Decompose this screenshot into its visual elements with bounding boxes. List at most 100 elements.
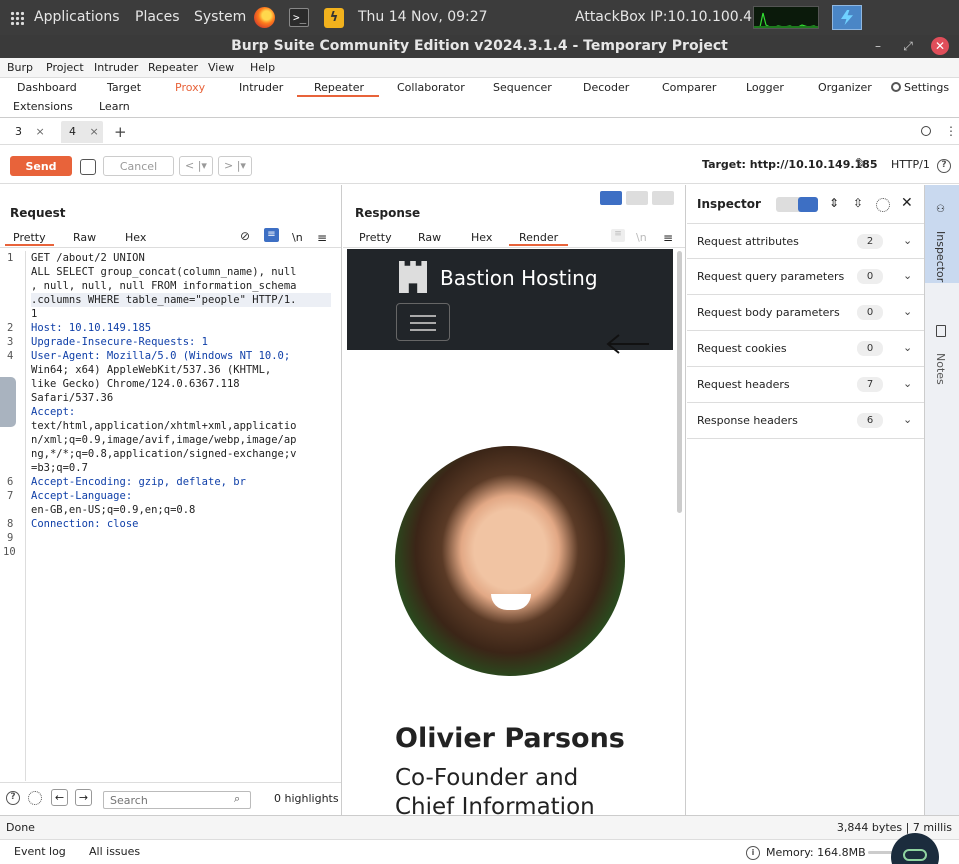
back-button[interactable]: < |▾	[179, 156, 213, 176]
response-scrollbar[interactable]	[677, 251, 682, 513]
tab-decoder[interactable]: Decoder	[583, 81, 629, 94]
help-icon[interactable]: ?	[6, 791, 20, 805]
notes-icon[interactable]	[936, 325, 946, 337]
menu-intruder[interactable]: Intruder	[94, 61, 138, 74]
menu-icon[interactable]: ≡	[663, 231, 673, 245]
layout-stacked-icon[interactable]	[626, 191, 648, 205]
tray-app-icon[interactable]	[832, 5, 862, 30]
tab-target[interactable]: Target	[107, 81, 141, 94]
code-line: Win64; x64) AppleWebKit/537.36 (KHTML,	[31, 364, 272, 376]
layout-side-by-side-icon[interactable]	[600, 191, 622, 205]
tab-dashboard[interactable]: Dashboard	[17, 81, 77, 94]
request-panel: Request Pretty Raw Hex ⊘ ≡ \n ≡ 1 2 3 4 …	[0, 185, 342, 815]
menu-help[interactable]: Help	[250, 61, 275, 74]
minimize-icon[interactable]: –	[869, 37, 887, 55]
word-wrap-icon[interactable]: ≡	[264, 228, 279, 242]
tab-collaborator[interactable]: Collaborator	[397, 81, 465, 94]
forward-button[interactable]: > |▾	[218, 156, 252, 176]
apps-grid-icon[interactable]	[10, 11, 24, 25]
inspector-dock-icon[interactable]: ⚇	[936, 204, 945, 215]
inspector-row[interactable]: Request query parameters 0 ⌄	[687, 259, 924, 295]
response-tab-hex[interactable]: Hex	[471, 231, 492, 244]
help-icon[interactable]: ?	[937, 159, 951, 173]
settings-button[interactable]: Settings	[891, 81, 949, 94]
inspector-row[interactable]: Response headers 6 ⌄	[687, 403, 924, 439]
terminal-icon[interactable]: >_	[289, 8, 309, 27]
event-log-button[interactable]: Event log	[14, 845, 66, 858]
tab-sequencer[interactable]: Sequencer	[493, 81, 552, 94]
restore-icon[interactable]: ⤢	[899, 37, 917, 55]
tab-extensions[interactable]: Extensions	[13, 100, 73, 113]
system-menu[interactable]: System	[194, 9, 246, 25]
cancel-button[interactable]: Cancel	[103, 156, 174, 176]
request-tab-pretty[interactable]: Pretty	[5, 231, 54, 246]
menu-project[interactable]: Project	[46, 61, 84, 74]
tab-intruder[interactable]: Intruder	[239, 81, 283, 94]
response-tab-raw[interactable]: Raw	[418, 231, 441, 244]
applications-menu[interactable]: Applications	[34, 9, 120, 25]
close-icon[interactable]: ✕	[901, 195, 913, 211]
inspector-row[interactable]: Request cookies 0 ⌄	[687, 331, 924, 367]
inspector-title: Inspector	[697, 197, 761, 211]
response-stats: 3,844 bytes | 7 millis	[836, 821, 952, 834]
code-line: Safari/537.36	[31, 392, 114, 404]
inspector-layout-toggle[interactable]	[776, 197, 818, 212]
gear-icon[interactable]	[28, 791, 42, 805]
tab-repeater[interactable]: Repeater	[314, 81, 364, 94]
close-tab-icon[interactable]: ×	[90, 125, 99, 138]
menu-repeater[interactable]: Repeater	[148, 61, 198, 74]
inspector-row[interactable]: Request headers 7 ⌄	[687, 367, 924, 403]
tab-logger[interactable]: Logger	[746, 81, 784, 94]
gear-icon[interactable]	[876, 198, 890, 212]
inspector-row-count: 2	[857, 234, 883, 249]
send-button[interactable]: Send	[10, 156, 72, 176]
menu-icon[interactable]: ≡	[317, 231, 327, 245]
tab-proxy[interactable]: Proxy	[175, 81, 205, 94]
window-title: Burp Suite Community Edition v2024.3.1.4…	[231, 38, 728, 54]
request-editor[interactable]: 1 2 3 4 5 6 7 8 9 10 GET /about/2 UNION …	[0, 251, 341, 781]
menu-view[interactable]: View	[208, 61, 234, 74]
dock-tab-inspector[interactable]: Inspector	[934, 231, 947, 282]
code-line: 1	[31, 308, 38, 320]
tab-comparer[interactable]: Comparer	[662, 81, 716, 94]
inspector-row-count: 0	[857, 341, 883, 356]
gear-icon[interactable]	[80, 159, 96, 175]
http-version-toggle[interactable]: HTTP/1	[891, 158, 930, 171]
tab-organizer[interactable]: Organizer	[818, 81, 872, 94]
all-issues-button[interactable]: All issues	[89, 845, 140, 858]
side-panel-handle[interactable]	[0, 377, 16, 427]
tab-learn[interactable]: Learn	[99, 100, 130, 113]
request-tab-raw[interactable]: Raw	[73, 231, 96, 244]
hide-eye-icon[interactable]: ⊘	[240, 229, 250, 243]
close-tab-icon[interactable]: ×	[36, 125, 45, 138]
newline-toggle[interactable]: \n	[292, 231, 303, 244]
back-arrow-icon: <	[185, 159, 195, 172]
clock[interactable]: Thu 14 Nov, 09:27	[358, 9, 488, 25]
layout-tabs-icon[interactable]	[652, 191, 674, 205]
request-tab-hex[interactable]: Hex	[125, 231, 146, 244]
code-line: Accept-Language:	[31, 490, 133, 502]
places-menu[interactable]: Places	[135, 9, 180, 25]
more-vertical-icon[interactable]: ⋮	[945, 124, 957, 138]
firefox-icon[interactable]	[254, 7, 275, 28]
word-wrap-icon: ≡	[611, 229, 625, 242]
subtab-3[interactable]: 3 ×	[8, 121, 48, 143]
gear-icon	[891, 82, 901, 92]
inspector-row[interactable]: Request attributes 2 ⌄	[687, 223, 924, 259]
prev-match-icon[interactable]: ←	[51, 789, 68, 806]
search-icon[interactable]	[921, 126, 931, 136]
menu-burp[interactable]: Burp	[7, 61, 33, 74]
dock-tab-notes[interactable]: Notes	[934, 353, 947, 385]
response-tab-render[interactable]: Render	[509, 231, 569, 246]
collapse-all-icon[interactable]: ⇳	[853, 196, 863, 210]
next-match-icon[interactable]: →	[75, 789, 92, 806]
response-tab-pretty[interactable]: Pretty	[359, 231, 392, 244]
expand-all-icon[interactable]: ⇕	[829, 196, 839, 210]
inspector-row[interactable]: Request body parameters 0 ⌄	[687, 295, 924, 331]
burp-launcher-icon[interactable]: ϟ	[324, 8, 344, 28]
search-input[interactable]	[103, 791, 251, 809]
subtab-4[interactable]: 4 ×	[61, 121, 103, 143]
edit-pencil-icon[interactable]: ✎	[855, 156, 867, 172]
close-window-icon[interactable]: ✕	[931, 37, 949, 55]
add-tab-button[interactable]: +	[114, 121, 127, 143]
